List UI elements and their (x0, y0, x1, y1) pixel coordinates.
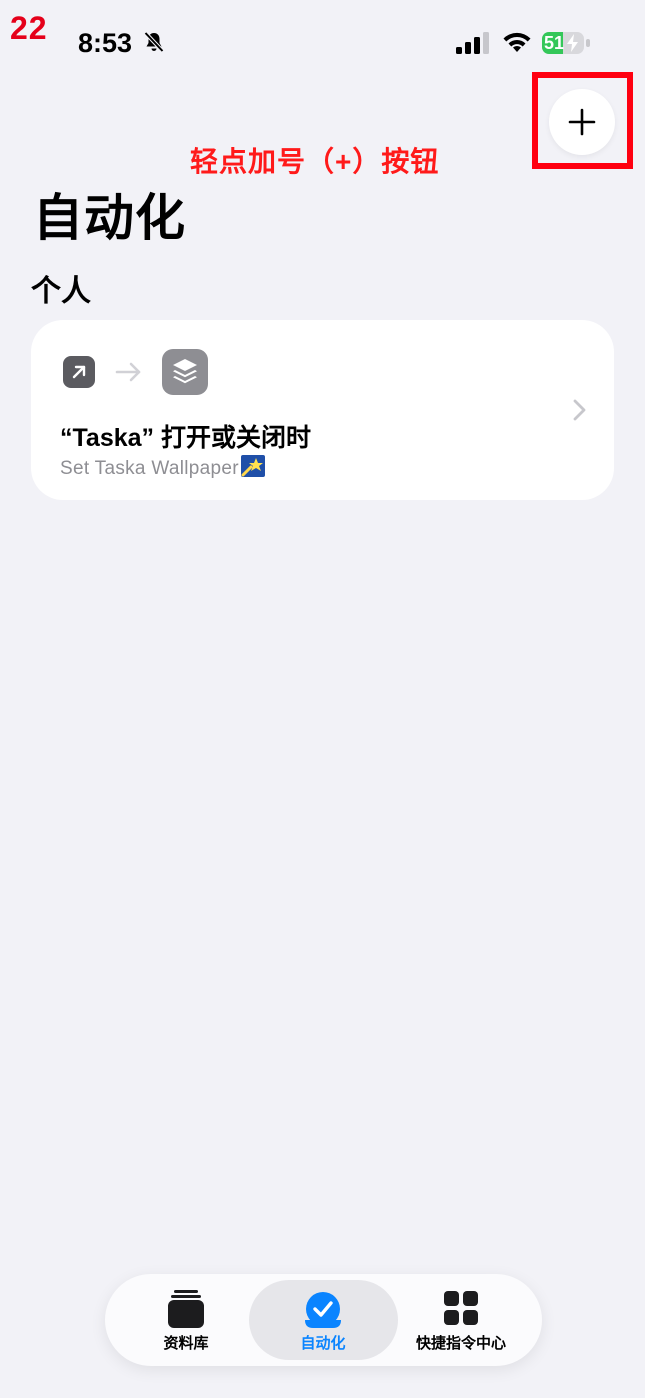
cellular-signal-icon (456, 32, 489, 54)
automation-subtitle: Set Taska Wallpaper (60, 455, 265, 480)
hint-text: 轻点加号（+）按钮 (190, 146, 440, 177)
tab-label: 自动化 (300, 1335, 346, 1352)
wifi-icon (503, 32, 531, 52)
gallery-grid-icon (444, 1291, 478, 1325)
arrow-right-icon (115, 362, 141, 382)
shooting-star-icon (240, 455, 265, 477)
library-stack-icon (168, 1290, 204, 1328)
automation-check-icon (305, 1292, 341, 1328)
page-title: 自动化 (33, 190, 186, 246)
tab-gallery[interactable]: 快捷指令中心 (391, 1290, 531, 1356)
tab-label: 资料库 (163, 1335, 209, 1352)
section-title: 个人 (31, 275, 91, 308)
app-open-icon (63, 356, 95, 388)
bell-slash-icon (144, 31, 164, 53)
automation-subtitle-text: Set Taska Wallpaper (60, 458, 239, 479)
tab-library[interactable]: 资料库 (116, 1290, 256, 1356)
tab-automation[interactable]: 自动化 (253, 1290, 393, 1356)
chevron-right-icon (573, 399, 586, 421)
status-time: 8:53 (78, 28, 133, 58)
charging-bolt-icon (567, 34, 578, 52)
tab-label: 快捷指令中心 (415, 1335, 506, 1352)
battery-icon: 51 (542, 32, 590, 54)
highlight-box (532, 72, 633, 169)
shortcuts-icon (162, 349, 208, 395)
automation-title: “Taska” 打开或关闭时 (60, 424, 311, 452)
step-number: 22 (10, 10, 48, 46)
